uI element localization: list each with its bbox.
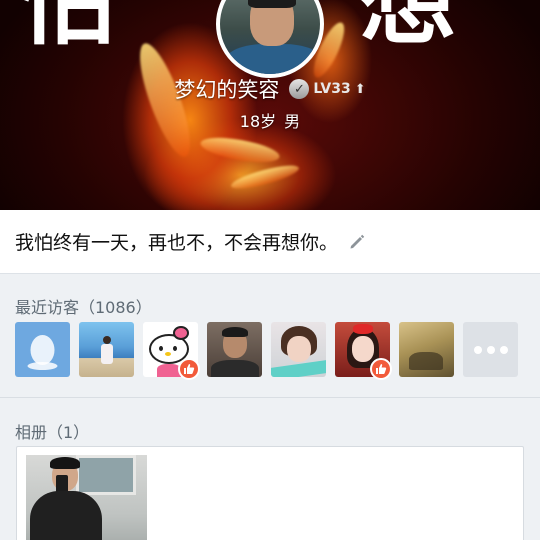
section-divider (0, 397, 540, 398)
nickname: 梦幻的笑容 (174, 78, 280, 102)
verified-icon[interactable]: ✓ (289, 79, 310, 99)
flame-decoration (229, 161, 301, 193)
visitor-avatar[interactable] (207, 322, 262, 377)
profile-meta: 18岁男 (0, 108, 540, 132)
visitor-avatar[interactable] (271, 322, 326, 377)
visitor-avatar[interactable] (399, 322, 454, 377)
like-badge-icon (178, 358, 200, 380)
visitor-avatar[interactable] (143, 322, 200, 380)
album-photo[interactable] (26, 455, 147, 540)
level-badge[interactable]: LV33 (313, 81, 350, 97)
qq-penguin-icon (27, 335, 58, 370)
profile-name-row: 梦幻的笑容 ✓ LV33 ⬆ (0, 72, 540, 106)
album-title[interactable]: 相册（1） (15, 419, 89, 443)
age-label: 18岁 (239, 112, 277, 131)
like-badge-icon (370, 358, 392, 380)
visitors-title[interactable]: 最近访客（1086） (15, 294, 152, 318)
signature-text: 我怕终有一天，再也不，不会再想你。 (15, 232, 339, 254)
visitor-avatar[interactable] (79, 322, 134, 377)
album-card[interactable] (16, 446, 524, 540)
gender-label: 男 (284, 112, 301, 131)
visitor-list (15, 322, 518, 380)
profile-avatar[interactable] (216, 0, 324, 78)
signature-row[interactable]: 我怕终有一天，再也不，不会再想你。 (0, 210, 540, 274)
pencil-icon[interactable] (348, 233, 366, 251)
more-dots-icon (463, 322, 518, 377)
level-up-arrow-icon: ⬆ (354, 81, 366, 97)
profile-cover[interactable]: 怕 想 梦幻的笑容 ✓ LV33 ⬆ 18岁男 (0, 0, 540, 210)
flame-decoration (198, 133, 282, 167)
cover-text-left: 怕 (18, 0, 114, 58)
visitor-avatar[interactable] (335, 322, 392, 380)
visitor-avatar[interactable] (15, 322, 70, 377)
cover-text-right: 想 (360, 0, 456, 58)
more-visitors-button[interactable] (463, 322, 518, 377)
